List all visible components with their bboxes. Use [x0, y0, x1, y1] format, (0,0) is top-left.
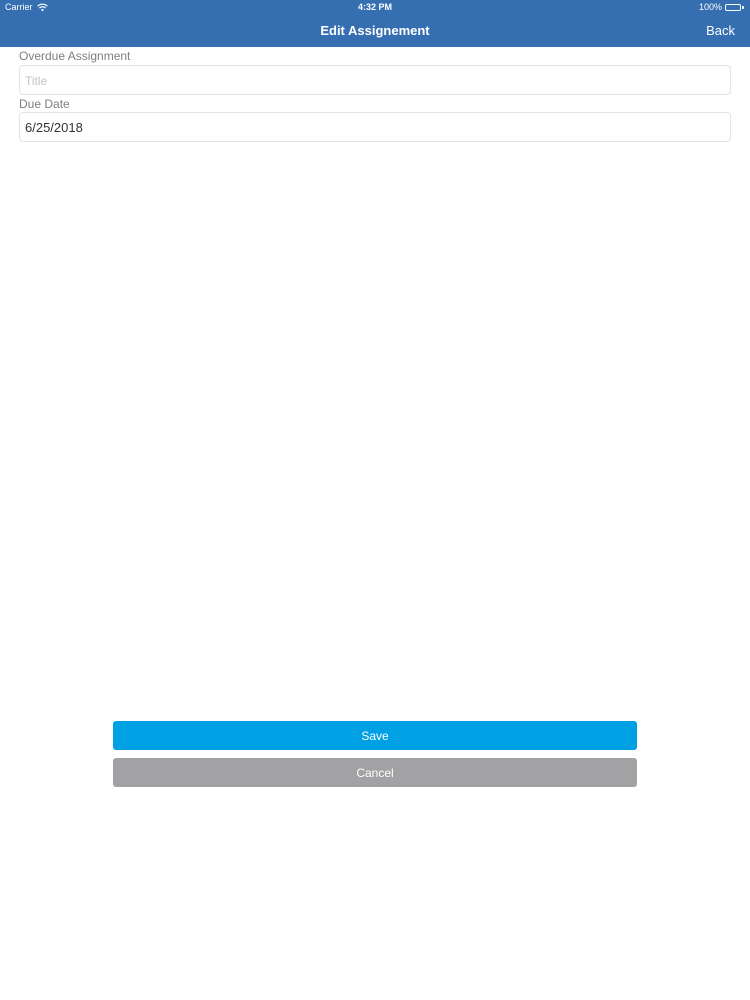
due-date-input[interactable] — [19, 112, 731, 142]
due-date-label: Due Date — [19, 97, 70, 111]
status-time: 4:32 PM — [357, 2, 392, 12]
battery-indicator: 100% — [699, 0, 745, 15]
save-button[interactable]: Save — [113, 721, 637, 750]
back-button[interactable]: Back — [706, 15, 735, 47]
status-bar: Carrier 4:32 PM 100% — [0, 0, 750, 15]
battery-percent: 100% — [698, 2, 722, 12]
title-input[interactable] — [19, 65, 731, 95]
page-title: Edit Assignement — [320, 23, 430, 38]
battery-icon — [725, 3, 745, 12]
cancel-button[interactable]: Cancel — [113, 758, 637, 787]
title-field-label: Overdue Assignment — [19, 49, 131, 63]
navigation-header: Carrier 4:32 PM 100% Edit Assignement Ba… — [0, 0, 750, 47]
